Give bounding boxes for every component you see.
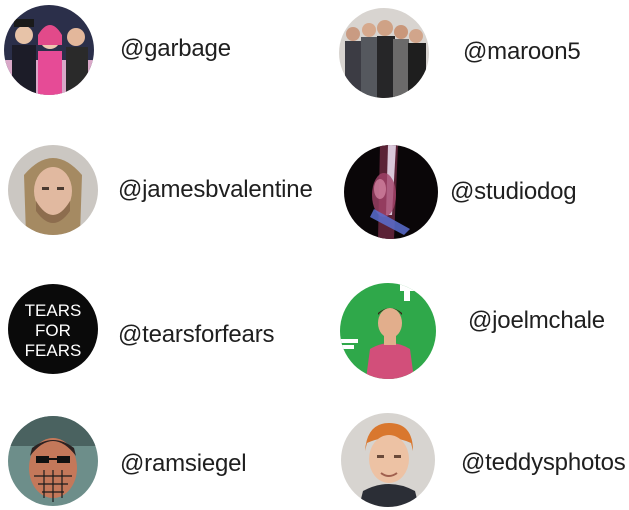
portrait-photo-icon	[8, 416, 98, 506]
band-photo-icon	[4, 5, 94, 95]
account-handle[interactable]: @joelmchale	[468, 307, 605, 335]
portrait-photo-icon	[341, 413, 435, 507]
text-logo-icon: TEARS FOR FEARS	[8, 284, 98, 374]
account-garbage[interactable]: @garbage	[4, 5, 231, 95]
account-joelmchale[interactable]: @joelmchale	[340, 283, 605, 379]
account-maroon5[interactable]: @maroon5	[339, 8, 581, 98]
account-handle[interactable]: @garbage	[120, 35, 231, 63]
avatar-garbage[interactable]	[4, 5, 94, 95]
logo-line-2: FOR	[35, 321, 71, 340]
account-jamesbvalentine[interactable]: @jamesbvalentine	[8, 145, 313, 235]
avatar-studiodog[interactable]	[344, 145, 438, 239]
portrait-photo-icon	[8, 145, 98, 235]
account-handle[interactable]: @teddysphotos	[461, 449, 626, 477]
account-teddysphotos[interactable]: @teddysphotos	[341, 413, 626, 507]
account-handle[interactable]: @jamesbvalentine	[118, 176, 313, 204]
avatar-maroon5[interactable]	[339, 8, 429, 98]
account-handle[interactable]: @maroon5	[463, 38, 581, 66]
logo-line-1: TEARS	[25, 301, 82, 320]
avatar-ramsiegel[interactable]	[8, 416, 98, 506]
account-tearsforfears[interactable]: TEARS FOR FEARS @tearsforfears	[8, 284, 274, 374]
account-ramsiegel[interactable]: @ramsiegel	[8, 416, 247, 506]
avatar-teddysphotos[interactable]	[341, 413, 435, 507]
avatar-tearsforfears[interactable]: TEARS FOR FEARS	[8, 284, 98, 374]
avatar-joelmchale[interactable]	[340, 283, 436, 379]
suggested-accounts-grid: @garbage @maroon5 @jamesbvalentine @stud…	[0, 0, 629, 510]
account-handle[interactable]: @ramsiegel	[120, 450, 247, 478]
portrait-photo-icon	[340, 283, 436, 379]
abstract-photo-icon	[344, 145, 438, 239]
account-studiodog[interactable]: @studiodog	[344, 145, 577, 239]
logo-line-3: FEARS	[25, 341, 82, 360]
account-handle[interactable]: @tearsforfears	[118, 321, 274, 349]
avatar-jamesbvalentine[interactable]	[8, 145, 98, 235]
account-handle[interactable]: @studiodog	[450, 178, 577, 206]
band-photo-icon	[339, 8, 429, 98]
